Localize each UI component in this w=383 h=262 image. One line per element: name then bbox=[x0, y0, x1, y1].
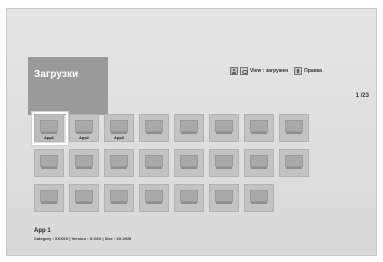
app-tile[interactable] bbox=[139, 114, 169, 142]
legend-rights-label: Правка bbox=[304, 68, 322, 74]
app-thumbnail-icon bbox=[215, 120, 233, 134]
person-icon bbox=[230, 67, 238, 75]
app-tile[interactable] bbox=[104, 149, 134, 177]
app-thumbnail-icon bbox=[145, 190, 163, 204]
app-tile[interactable] bbox=[244, 184, 274, 212]
app-thumbnail-icon bbox=[215, 190, 233, 204]
app-tile[interactable] bbox=[209, 184, 239, 212]
app-thumbnail-icon bbox=[40, 190, 58, 204]
app-tile[interactable]: App3 bbox=[104, 114, 134, 142]
app-thumbnail-icon bbox=[180, 190, 198, 204]
app-thumbnail-icon bbox=[285, 155, 303, 169]
app-thumbnail-icon bbox=[180, 155, 198, 169]
page-indicator: 1 /23 bbox=[355, 93, 369, 99]
app-thumbnail-icon bbox=[250, 190, 268, 204]
app-thumbnail-icon bbox=[250, 120, 268, 134]
app-tile[interactable]: App2 bbox=[69, 114, 99, 142]
title-block bbox=[28, 57, 108, 115]
app-tile-label: App2 bbox=[79, 135, 89, 140]
app-thumbnail-icon bbox=[75, 190, 93, 204]
app-tile[interactable] bbox=[69, 149, 99, 177]
app-tile[interactable] bbox=[174, 184, 204, 212]
rights-icon bbox=[294, 67, 303, 75]
selected-app-name: App 1 bbox=[34, 228, 51, 234]
app-thumbnail-icon bbox=[145, 120, 163, 134]
app-tile[interactable] bbox=[34, 184, 64, 212]
app-tile[interactable] bbox=[279, 114, 309, 142]
apps-screen: Загрузки View : загружен Правка 1 /23 Ap… bbox=[0, 0, 383, 262]
app-thumbnail-icon bbox=[75, 155, 93, 169]
app-tile[interactable] bbox=[104, 184, 134, 212]
app-tile[interactable] bbox=[244, 114, 274, 142]
app-tile[interactable] bbox=[209, 149, 239, 177]
page-title: Загрузки bbox=[34, 69, 79, 80]
app-tile[interactable] bbox=[139, 149, 169, 177]
app-thumbnail-icon bbox=[285, 120, 303, 134]
app-tile[interactable] bbox=[69, 184, 99, 212]
view-icon bbox=[240, 67, 248, 75]
app-thumbnail-icon bbox=[250, 155, 268, 169]
legend-bar: View : загружен Правка bbox=[230, 65, 326, 77]
app-thumbnail-icon bbox=[110, 155, 128, 169]
app-tile-label: App3 bbox=[114, 135, 124, 140]
app-tile[interactable] bbox=[174, 149, 204, 177]
app-tile[interactable] bbox=[279, 149, 309, 177]
app-tile[interactable] bbox=[174, 114, 204, 142]
app-thumbnail-icon bbox=[110, 190, 128, 204]
app-thumbnail-icon bbox=[75, 120, 93, 134]
app-tile[interactable] bbox=[209, 114, 239, 142]
app-tile[interactable] bbox=[34, 149, 64, 177]
selection-highlight bbox=[32, 112, 68, 145]
app-thumbnail-icon bbox=[180, 120, 198, 134]
app-thumbnail-icon bbox=[145, 155, 163, 169]
selected-app-details: Category : XXXXX | Version : X.XXX | Siz… bbox=[34, 236, 132, 241]
app-thumbnail-icon bbox=[40, 155, 58, 169]
app-thumbnail-icon bbox=[110, 120, 128, 134]
app-tile[interactable] bbox=[139, 184, 169, 212]
legend-view-label: View : загружен bbox=[250, 68, 289, 74]
app-thumbnail-icon bbox=[215, 155, 233, 169]
app-tile[interactable] bbox=[244, 149, 274, 177]
